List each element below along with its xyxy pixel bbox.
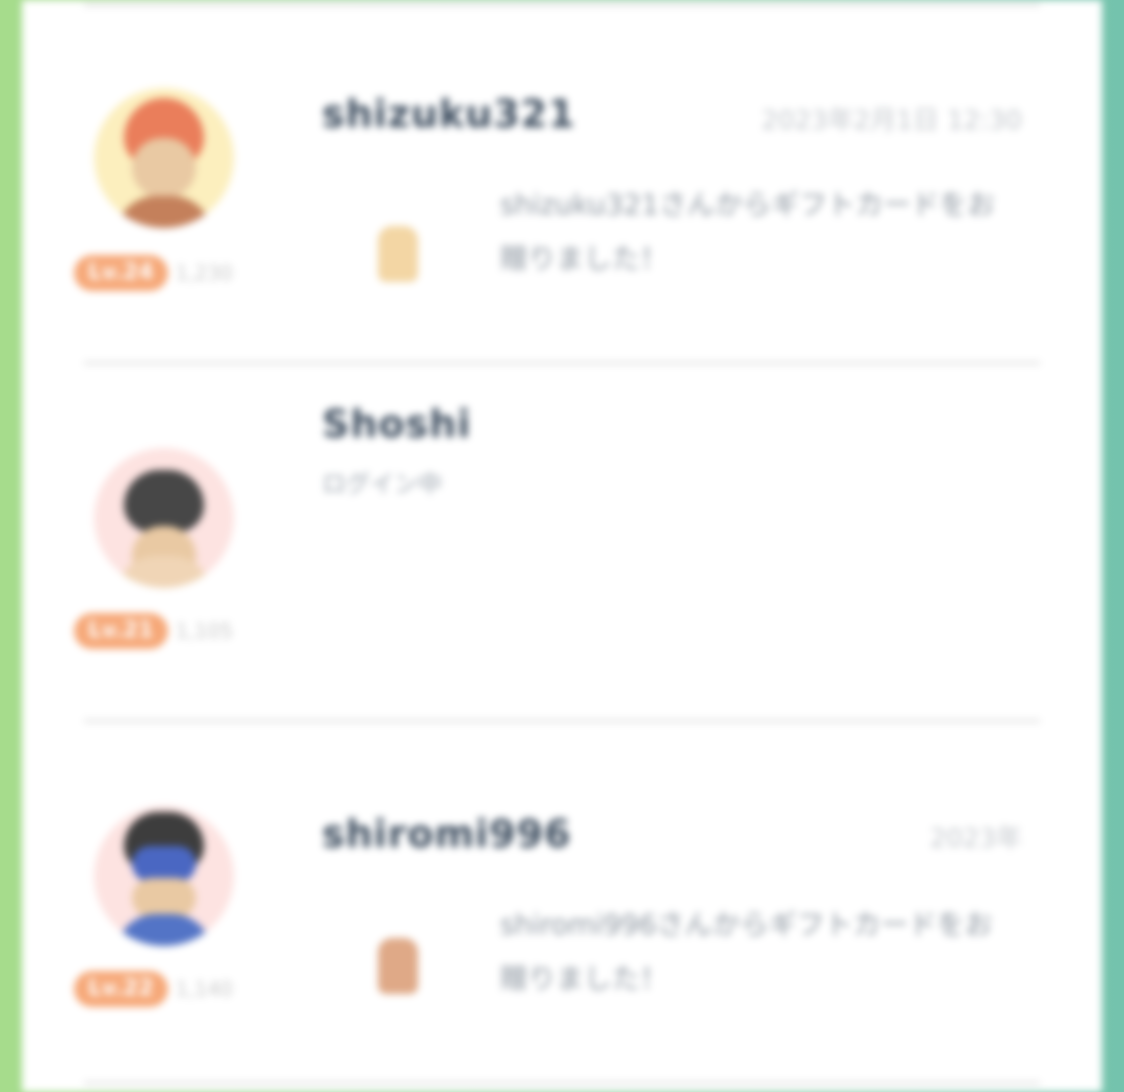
avatar[interactable] xyxy=(94,448,234,588)
activity-message: shiromi996さんからギフトカードをお贈りました！ xyxy=(500,908,993,995)
gift-card-icon xyxy=(378,938,418,994)
avatar[interactable] xyxy=(94,88,234,228)
feed-item[interactable]: Lv.22 1,140 shiromi996 2023年 shiromi996さ… xyxy=(22,722,1102,1080)
avatar[interactable] xyxy=(94,806,234,946)
username[interactable]: shiromi996 xyxy=(322,812,572,856)
username[interactable]: Shoshi xyxy=(322,402,471,446)
level-badge-group: Lv.21 1,105 xyxy=(74,612,264,650)
feed-item[interactable]: Lv.24 1,230 shizuku321 2023年2月1日 12:30 s… xyxy=(22,6,1102,364)
avatar-face xyxy=(132,138,196,198)
activity-message: shizuku321さんからギフトカードをお贈りました！ xyxy=(500,188,996,275)
avatar-body xyxy=(116,914,212,946)
level-badge: Lv.21 xyxy=(74,613,168,649)
points-label: 1,140 xyxy=(175,977,233,1001)
level-badge: Lv.22 xyxy=(74,971,168,1007)
avatar-hair xyxy=(124,470,204,532)
avatar-face xyxy=(132,878,196,918)
level-badge-group: Lv.24 1,230 xyxy=(74,254,264,292)
level-badge-group: Lv.22 1,140 xyxy=(74,970,264,1008)
feed-divider xyxy=(84,1082,1040,1084)
points-label: 1,105 xyxy=(175,619,233,643)
avatar-body xyxy=(116,196,212,228)
activity-feed-panel: Lv.24 1,230 shizuku321 2023年2月1日 12:30 s… xyxy=(22,0,1102,1092)
level-badge: Lv.24 xyxy=(74,255,168,291)
points-label: 1,230 xyxy=(175,261,233,285)
timestamp: 2023年2月1日 12:30 xyxy=(761,106,1022,136)
avatar-visor xyxy=(132,846,196,882)
gift-card-icon xyxy=(378,226,418,282)
feed-item[interactable]: Lv.21 1,105 Shoshi ログイン中 xyxy=(22,364,1102,722)
username[interactable]: shizuku321 xyxy=(322,92,576,136)
timestamp: 2023年 xyxy=(929,824,1022,854)
status-subtitle: ログイン中 xyxy=(322,470,442,498)
avatar-body xyxy=(116,556,212,588)
